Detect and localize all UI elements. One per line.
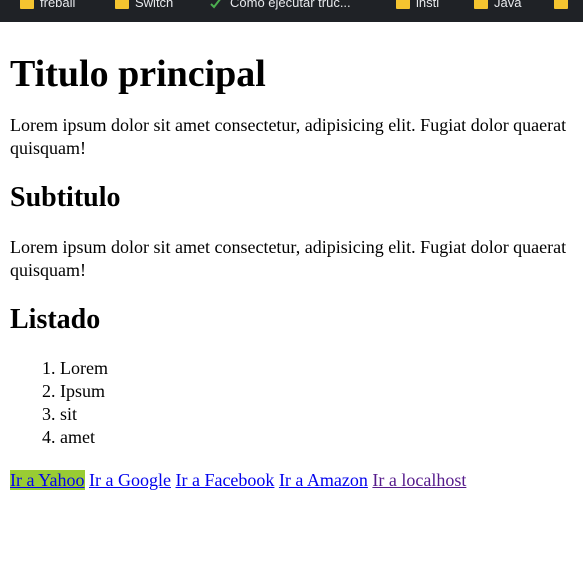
subtitle-paragraph: Lorem ipsum dolor sit amet consectetur, … bbox=[10, 237, 567, 280]
link-google[interactable]: Ir a Google bbox=[89, 470, 171, 490]
list-item: Lorem bbox=[60, 357, 583, 380]
folder-icon bbox=[474, 0, 488, 9]
link-localhost[interactable]: Ir a localhost bbox=[372, 470, 466, 490]
bookmark-overflow[interactable] bbox=[554, 0, 574, 14]
bookmark-insti[interactable]: insti bbox=[396, 0, 439, 14]
link-yahoo[interactable]: Ir a Yahoo bbox=[10, 470, 85, 490]
list-item: Ipsum bbox=[60, 380, 583, 403]
folder-icon bbox=[396, 0, 410, 9]
check-icon bbox=[210, 0, 221, 9]
bookmark-switch[interactable]: Switch bbox=[115, 0, 173, 14]
bookmark-label: insti bbox=[416, 0, 440, 10]
folder-icon bbox=[115, 0, 129, 9]
subtitle-heading: Subtitulo bbox=[10, 182, 121, 213]
page-content: Titulo principal Lorem ipsum dolor sit a… bbox=[10, 22, 583, 492]
ordered-list: Lorem Ipsum sit amet bbox=[10, 357, 583, 449]
bookmark-label: freball bbox=[40, 0, 76, 10]
list-item: amet bbox=[60, 426, 583, 449]
links-row: Ir a Yahoo Ir a Google Ir a Facebook Ir … bbox=[10, 469, 583, 492]
bookmark-java[interactable]: Java bbox=[474, 0, 521, 14]
list-item: sit bbox=[60, 403, 583, 426]
bookmark-label: Como ejecutar truc... bbox=[230, 0, 351, 10]
list-heading: Listado bbox=[10, 304, 101, 335]
bookmark-freball[interactable]: freball bbox=[20, 0, 75, 14]
bookmark-label: Java bbox=[494, 0, 522, 10]
page-title: Titulo principal bbox=[10, 53, 266, 95]
folder-icon bbox=[20, 0, 34, 9]
link-facebook[interactable]: Ir a Facebook bbox=[175, 470, 274, 490]
bookmark-como-ejecutar[interactable]: Como ejecutar truc... bbox=[210, 0, 351, 14]
link-amazon[interactable]: Ir a Amazon bbox=[279, 470, 368, 490]
bookmarks-bar: freball Switch Como ejecutar truc... ins… bbox=[0, 0, 583, 22]
folder-icon bbox=[554, 0, 568, 9]
intro-paragraph: Lorem ipsum dolor sit amet consectetur, … bbox=[10, 115, 567, 158]
bookmark-label: Switch bbox=[135, 0, 174, 10]
